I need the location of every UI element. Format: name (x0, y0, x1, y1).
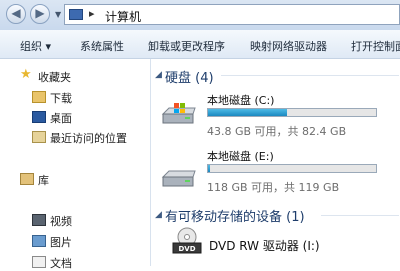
navigation-pane: ★ 收藏夹 下载 桌面 最近访问的位置 库 视频 图片 文档 (0, 59, 151, 270)
nav-favorites[interactable]: 收藏夹 (38, 69, 71, 85)
nav-videos[interactable]: 视频 (50, 213, 72, 229)
nav-desktop[interactable]: 桌面 (50, 110, 72, 126)
drive-c-usage-fill (208, 109, 287, 116)
breadcrumb-computer[interactable]: 计算机 (105, 8, 141, 25)
nav-downloads[interactable]: 下载 (50, 90, 72, 106)
map-network-drive-button[interactable]: 映射网络驱动器 (250, 38, 327, 54)
drive-e-space: 118 GB 可用，共 119 GB (207, 181, 340, 194)
nav-documents[interactable]: 文档 (50, 255, 72, 271)
forward-button[interactable]: ▶ (30, 4, 50, 24)
drive-e-name: 本地磁盘 (E:) (207, 150, 274, 163)
favorites-star-icon: ★ (20, 67, 32, 82)
drive-c-space: 43.8 GB 可用，共 82.4 GB (207, 125, 347, 138)
drive-e-usage-fill (208, 165, 210, 172)
group-divider (321, 215, 399, 216)
pictures-library-icon (32, 235, 46, 247)
collapse-hard-disks-icon[interactable]: ◢ (155, 70, 162, 80)
computer-icon (69, 9, 83, 20)
drive-c-name: 本地磁盘 (C:) (207, 94, 275, 107)
uninstall-program-button[interactable]: 卸载或更改程序 (148, 38, 225, 54)
hard-drive-windows-icon (161, 103, 196, 124)
group-divider (221, 75, 399, 76)
content-pane: ◢ 硬盘 (4) 本地磁盘 (C:) 43.8 GB 可用，共 82.4 GB … (151, 59, 400, 266)
dvd-icon-label: DVD (178, 245, 195, 253)
downloads-folder-icon (32, 91, 46, 103)
back-button[interactable]: ◀ (6, 4, 26, 24)
documents-library-icon (32, 256, 46, 268)
system-properties-button[interactable]: 系统属性 (80, 38, 124, 54)
drive-c-usage-bar (207, 108, 377, 117)
nav-libraries[interactable]: 库 (38, 172, 49, 188)
breadcrumb-separator-icon[interactable]: ▸ (89, 7, 95, 20)
drive-e-usage-bar (207, 164, 377, 173)
videos-library-icon (32, 214, 46, 226)
collapse-removable-icon[interactable]: ◢ (155, 210, 162, 220)
nav-pictures[interactable]: 图片 (50, 234, 72, 250)
address-bar[interactable]: ▸ 计算机 (64, 4, 400, 25)
drive-dvd-name: DVD RW 驱动器 (I:) (209, 239, 320, 253)
organize-menu-button[interactable]: 组织 ▾ (20, 38, 51, 54)
group-header-removable[interactable]: 有可移动存储的设备 (1) (165, 206, 305, 225)
recent-pages-dropdown-icon[interactable]: ▼ (55, 10, 61, 19)
title-bar: ◀ ▶ ▼ ▸ 计算机 (0, 0, 400, 30)
nav-recent-places[interactable]: 最近访问的位置 (50, 130, 127, 146)
group-header-hard-disks[interactable]: 硬盘 (4) (165, 67, 214, 86)
open-control-panel-button[interactable]: 打开控制面 (351, 38, 400, 54)
recent-places-icon (32, 131, 46, 143)
desktop-icon (32, 111, 46, 123)
hard-drive-icon (161, 170, 196, 187)
dvd-drive-icon: DVD (172, 227, 202, 254)
libraries-icon (20, 173, 34, 185)
command-toolbar: 组织 ▾ 系统属性 卸载或更改程序 映射网络驱动器 打开控制面 (0, 30, 400, 59)
